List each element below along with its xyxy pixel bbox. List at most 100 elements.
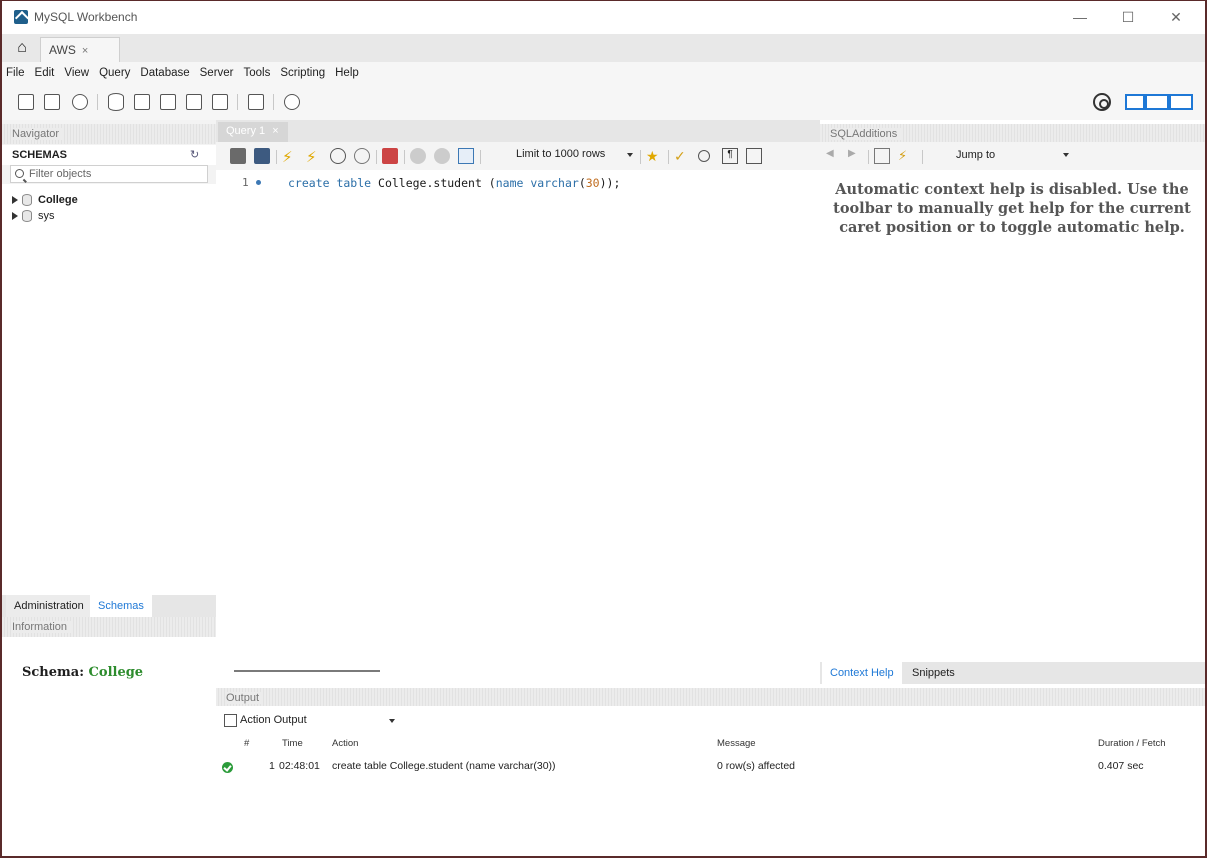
execute-icon[interactable]: ⚡ [282, 148, 298, 166]
database-icon [22, 210, 32, 222]
add-snippet-icon[interactable]: ★ [646, 148, 662, 164]
column-header-action: Action [332, 738, 359, 749]
menu-server[interactable]: Server [196, 67, 240, 79]
sql-additions-tabs: Context Help Snippets [820, 662, 1205, 684]
menu-file[interactable]: File [2, 67, 31, 79]
output-header: Output [216, 688, 1205, 706]
create-view-icon[interactable] [158, 92, 178, 112]
success-check-icon [222, 762, 233, 773]
schema-item-college[interactable]: College [12, 192, 78, 208]
minimize-button[interactable]: — [1065, 7, 1095, 27]
row-duration: 0.407 sec [1098, 760, 1144, 772]
schema-tree: College sys [2, 184, 216, 658]
auto-help-icon[interactable]: ⚡ [898, 148, 914, 164]
expand-arrow-icon[interactable] [12, 196, 18, 204]
output-mode-select[interactable]: Action Output [240, 714, 307, 726]
query-tab[interactable]: Query 1 × [218, 122, 288, 142]
tab-snippets[interactable]: Snippets [904, 662, 963, 684]
menu-view[interactable]: View [60, 67, 95, 79]
explain-icon[interactable] [330, 148, 346, 164]
row-num: 1 [269, 760, 275, 772]
toggle-output-icon[interactable] [1145, 94, 1169, 110]
tab-schemas[interactable]: Schemas [90, 595, 152, 617]
menu-database[interactable]: Database [136, 67, 195, 79]
row-time: 02:48:01 [279, 760, 320, 772]
search-table-data-icon[interactable] [246, 92, 266, 112]
navigator-panel: Navigator SCHEMAS ↻ Filter objects Colle… [0, 120, 216, 858]
sql-additions-panel: SQLAdditions ◀ ▶ ⚡ Jump to Automatic con… [820, 120, 1207, 688]
toggle-sidebar-icon[interactable] [1125, 94, 1145, 110]
tab-administration[interactable]: Administration [6, 595, 92, 617]
connection-tab-close-icon[interactable]: × [82, 45, 88, 57]
create-function-icon[interactable] [210, 92, 230, 112]
information-panel: Schema: College [2, 637, 216, 858]
new-sql-tab-icon[interactable] [16, 92, 36, 112]
query-tab-close-icon[interactable]: × [272, 125, 278, 137]
open-sql-script-icon[interactable] [42, 92, 62, 112]
navigator-tabs: Administration Schemas [2, 595, 216, 617]
find-icon[interactable] [698, 150, 710, 162]
window-title: MySQL Workbench [34, 10, 138, 24]
execute-current-icon[interactable]: ⚡ [306, 148, 322, 166]
expand-arrow-icon[interactable] [12, 212, 18, 220]
reconnect-icon[interactable] [282, 92, 302, 112]
tab-context-help[interactable]: Context Help [822, 662, 902, 684]
row-action: create table College.student (name varch… [332, 760, 556, 772]
create-table-icon[interactable] [132, 92, 152, 112]
chevron-down-icon[interactable] [389, 719, 395, 723]
word-wrap-icon[interactable] [746, 148, 762, 164]
refresh-icon[interactable]: ↻ [190, 148, 202, 161]
menu-edit[interactable]: Edit [31, 67, 61, 79]
copy-icon[interactable] [224, 714, 237, 727]
filter-objects-input[interactable]: Filter objects [10, 165, 208, 183]
forward-icon[interactable]: ▶ [848, 148, 864, 164]
create-procedure-icon[interactable] [184, 92, 204, 112]
schemas-title: SCHEMAS [12, 149, 68, 161]
panel-layout-toggles [1125, 92, 1195, 112]
maximize-button[interactable]: ☐ [1113, 7, 1143, 27]
commit-icon[interactable] [410, 148, 426, 164]
connection-tab[interactable]: AWS × [40, 37, 120, 62]
open-file-icon[interactable] [230, 148, 246, 164]
limit-rows-select[interactable]: Limit to 1000 rows [516, 148, 605, 164]
sql-additions-toolbar: ◀ ▶ ⚡ Jump to [820, 142, 1205, 170]
open-inspector-icon[interactable] [70, 92, 90, 112]
chevron-down-icon[interactable] [1063, 153, 1069, 157]
row-message: 0 row(s) affected [717, 760, 796, 772]
settings-gear-icon[interactable] [1093, 93, 1111, 111]
column-header-time: Time [282, 738, 303, 749]
menu-tools[interactable]: Tools [240, 67, 277, 79]
editor-toolbar: ⚡ ⚡ Limit to 1000 rows ★ ✓ ¶ [216, 142, 820, 170]
title-bar: MySQL Workbench — ☐ ✕ [0, 0, 1207, 34]
close-button[interactable]: ✕ [1161, 7, 1191, 27]
horizontal-scrollbar[interactable] [234, 670, 380, 672]
autocommit-icon[interactable] [458, 148, 474, 164]
save-icon[interactable] [254, 148, 270, 164]
column-header-duration: Duration / Fetch [1098, 738, 1166, 749]
sql-additions-header: SQLAdditions [820, 124, 1205, 144]
invisible-chars-icon[interactable]: ¶ [722, 148, 738, 164]
menu-help[interactable]: Help [331, 67, 365, 79]
stop-icon[interactable] [354, 148, 370, 164]
menu-query[interactable]: Query [95, 67, 136, 79]
code-line: create table College.student (name varch… [288, 176, 621, 190]
output-toolbar: Action Output [216, 710, 1205, 732]
query-tab-bar: Query 1 × [216, 120, 820, 142]
schema-item-sys[interactable]: sys [12, 208, 55, 224]
sql-editor[interactable]: 1 create table College.student (name var… [216, 170, 820, 660]
connection-tab-label: AWS [49, 43, 76, 57]
toggle-secondary-sidebar-icon[interactable] [1169, 94, 1193, 110]
back-icon[interactable]: ◀ [826, 148, 842, 164]
beautify-icon[interactable]: ✓ [674, 148, 690, 164]
rollback-icon[interactable] [434, 148, 450, 164]
menu-scripting[interactable]: Scripting [276, 67, 331, 79]
toggle-continue-icon[interactable] [382, 148, 398, 164]
column-header-message: Message [717, 738, 756, 749]
line-number: 1 [242, 176, 249, 189]
jump-to-select[interactable]: Jump to [952, 148, 1072, 164]
home-icon[interactable]: ⌂ [12, 39, 32, 57]
chevron-down-icon[interactable] [627, 153, 633, 157]
manual-help-icon[interactable] [874, 148, 890, 164]
create-schema-icon[interactable] [106, 92, 126, 112]
context-help-text: Automatic context help is disabled. Use … [833, 181, 1191, 236]
